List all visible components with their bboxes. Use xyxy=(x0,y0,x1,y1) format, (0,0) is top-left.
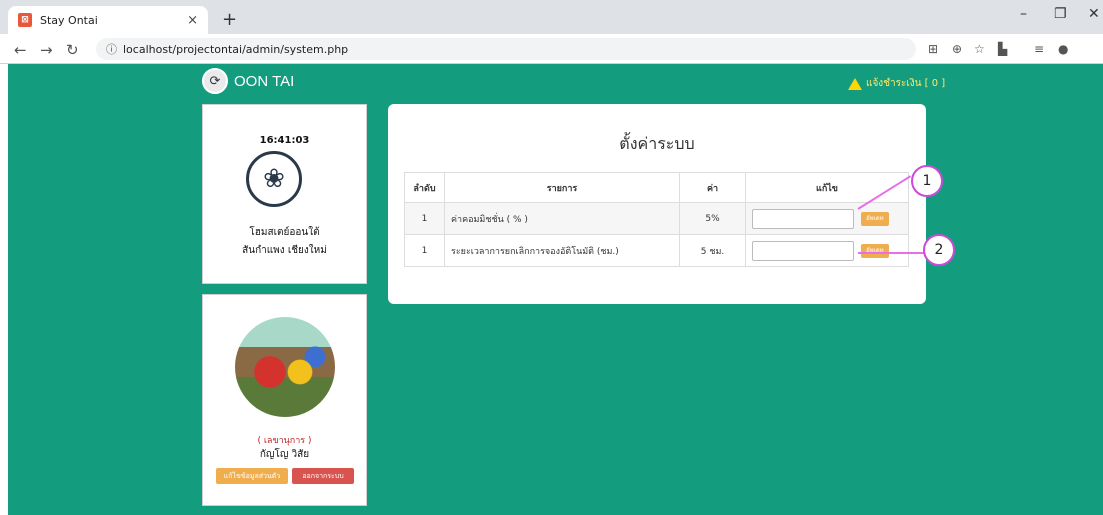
row-value: 5 ชม. xyxy=(679,234,746,267)
commission-input[interactable] xyxy=(752,208,854,229)
table-row: 1 ค่าคอมมิชชั่น ( % ) 5% อัพเดท xyxy=(404,202,909,235)
homestay-logo-icon: ❀ xyxy=(246,151,302,207)
homestay-card: 16:41:03 ❀ โฮมสเตย์ออนใต้ สันกำแพง เชียง… xyxy=(202,104,367,284)
avatar xyxy=(235,317,335,417)
column-header: ลำดับ xyxy=(404,172,445,203)
cancel-time-input[interactable] xyxy=(752,240,854,261)
profile-avatar-icon[interactable]: ● xyxy=(1058,42,1068,56)
row-edit-cell: อัพเดท xyxy=(745,234,909,267)
row-edit-cell: อัพเดท xyxy=(745,202,909,235)
close-tab-icon[interactable]: × xyxy=(187,13,198,28)
browser-tab-strip: ⊠ Stay Ontai × + – ❐ ✕ xyxy=(0,0,1103,34)
table-header-row: ลำดับ รายการ ค่า แก้ไข xyxy=(404,172,909,203)
reload-icon[interactable]: ↻ xyxy=(66,41,79,59)
media-icon[interactable]: ≡ xyxy=(1034,42,1044,56)
edit-profile-button[interactable]: แก้ไขข้อมูลส่วนตัว xyxy=(216,468,288,484)
row-number: 1 xyxy=(404,234,445,267)
row-item: ค่าคอมมิชชั่น ( % ) xyxy=(444,202,680,235)
homestay-name: โฮมสเตย์ออนใต้ xyxy=(249,227,320,238)
column-header: แก้ไข xyxy=(745,172,909,203)
url-field[interactable]: ⓘ localhost/projectontai/admin/system.ph… xyxy=(96,38,916,60)
table-row: 1 ระยะเวลาการยกเลิกการจองอัติโนมัติ (ชม.… xyxy=(404,234,909,267)
row-value: 5% xyxy=(679,202,746,235)
update-button[interactable]: อัพเดท xyxy=(860,211,889,226)
address-bar-row: ← → ↻ ⓘ localhost/projectontai/admin/sys… xyxy=(0,34,1103,64)
clock: 16:41:03 xyxy=(259,135,310,146)
xampp-icon: ⊠ xyxy=(18,13,32,27)
user-name: กัญโญ วิสัย xyxy=(259,449,310,460)
page-body: ⟳ OON TAI แจ้งชำระเงิน [ 0 ] 16:41:03 ❀ … xyxy=(8,64,1103,515)
brand-logo-icon: ⟳ xyxy=(202,68,228,94)
brand[interactable]: ⟳ OON TAI xyxy=(202,68,294,94)
info-icon[interactable]: ⓘ xyxy=(106,41,117,57)
column-header: ค่า xyxy=(679,172,746,203)
user-role: ( เลขานุการ ) xyxy=(257,436,312,446)
user-card: ( เลขานุการ ) กัญโญ วิสัย แก้ไขข้อมูลส่ว… xyxy=(202,294,367,506)
forward-icon[interactable]: → xyxy=(40,41,53,59)
extension-icon[interactable]: ▙ xyxy=(998,42,1007,56)
bookmark-star-icon[interactable]: ☆ xyxy=(974,42,985,56)
browser-tab[interactable]: ⊠ Stay Ontai × xyxy=(8,6,208,34)
tab-title: Stay Ontai xyxy=(40,13,98,27)
translate-icon[interactable]: ⊞ xyxy=(928,42,938,56)
payment-notice-text: แจ้งชำระเงิน [ 0 ] xyxy=(866,78,946,89)
annotation-marker-1: 1 xyxy=(911,165,943,197)
settings-panel: ตั้งค่าระบบ ลำดับ รายการ ค่า แก้ไข 1 ค่า… xyxy=(388,104,926,304)
restore-icon[interactable]: ❐ xyxy=(1054,6,1067,22)
zoom-icon[interactable]: ⊕ xyxy=(952,42,962,56)
row-number: 1 xyxy=(404,202,445,235)
new-tab-icon[interactable]: + xyxy=(222,9,237,30)
close-window-icon[interactable]: ✕ xyxy=(1088,6,1100,22)
annotation-marker-2: 2 xyxy=(923,234,955,266)
annotation-arrow xyxy=(858,252,924,254)
payment-notice[interactable]: แจ้งชำระเงิน [ 0 ] xyxy=(848,76,945,91)
update-button[interactable]: อัพเดท xyxy=(860,243,889,258)
column-header: รายการ xyxy=(444,172,680,203)
minimize-icon[interactable]: – xyxy=(1020,6,1027,22)
back-icon[interactable]: ← xyxy=(14,41,27,59)
warning-icon xyxy=(848,77,862,90)
homestay-location: สันกำแพง เชียงใหม่ xyxy=(242,245,327,256)
page-title: ตั้งค่าระบบ xyxy=(619,134,695,153)
logout-button[interactable]: ออกจากระบบ xyxy=(292,468,354,484)
settings-table: ลำดับ รายการ ค่า แก้ไข 1 ค่าคอมมิชชั่น (… xyxy=(404,172,909,267)
url-text: localhost/projectontai/admin/system.php xyxy=(123,42,349,56)
row-item: ระยะเวลาการยกเลิกการจองอัติโนมัติ (ชม.) xyxy=(444,234,680,267)
brand-name: OON TAI xyxy=(234,72,295,90)
